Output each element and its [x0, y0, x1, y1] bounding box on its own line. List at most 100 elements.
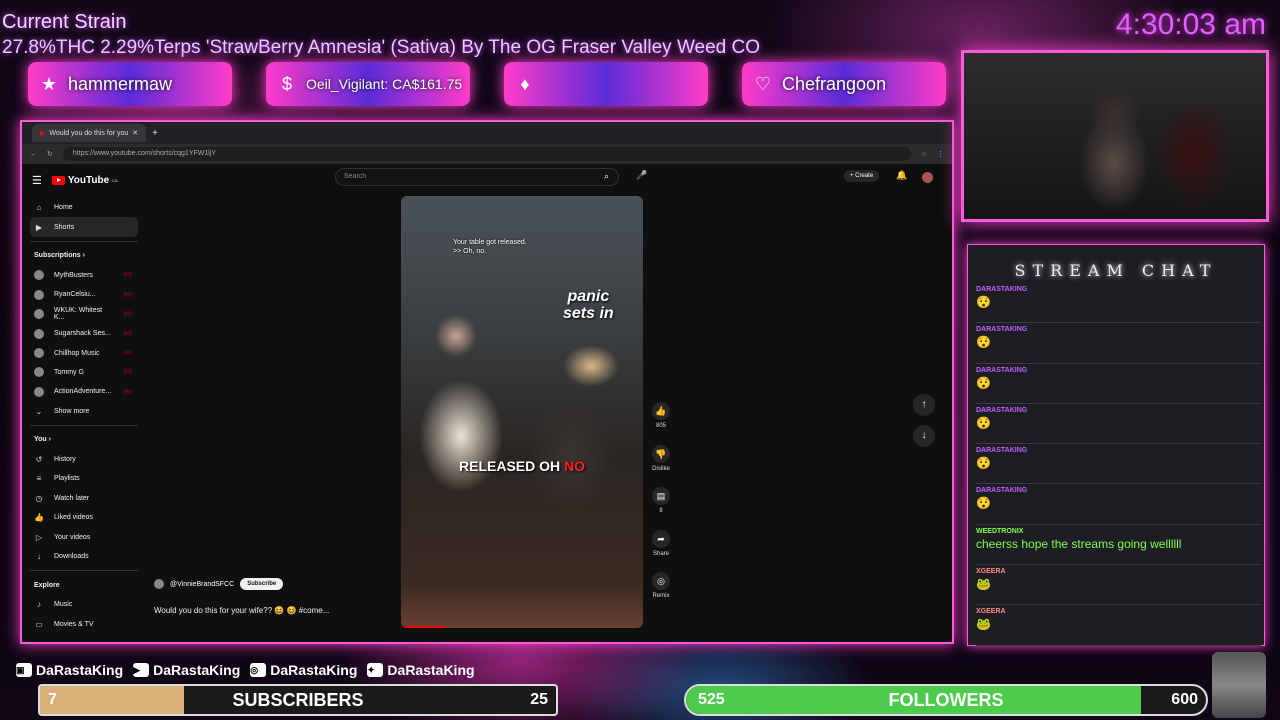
star-icon: ★ [40, 74, 58, 94]
sidebar-item-label: Music [54, 601, 73, 609]
channel-avatar[interactable] [154, 579, 164, 589]
next-short-button[interactable]: ↓ [913, 425, 935, 447]
reload-icon[interactable]: ↻ [47, 150, 53, 158]
alert-box: ♡ Chefrangoon [742, 62, 946, 106]
search-input[interactable]: Search [335, 168, 619, 186]
film-icon: ▭ [35, 619, 43, 629]
social-handle-text: DaRastaKing [270, 662, 358, 678]
sidebar-item[interactable]: ▭ Movies & TV [30, 615, 138, 634]
sidebar-item[interactable]: ◷ Watch later [30, 489, 138, 508]
live-icon: ((•)) [123, 291, 132, 298]
you-heading[interactable]: You › [30, 430, 138, 450]
sidebar-item[interactable]: ↺ History [30, 450, 138, 469]
youtube-icon: ▶ [133, 663, 150, 677]
sidebar-item[interactable]: ▷ Your videos [30, 527, 138, 546]
sidebar-item[interactable]: ▶ Shorts [30, 217, 138, 237]
channel-avatar [34, 386, 44, 397]
notifications-icon[interactable]: 🔔 [896, 170, 907, 181]
subscribers-label: SUBSCRIBERS [232, 689, 364, 710]
social-handle-text: DaRastaKing [387, 662, 475, 678]
subscribe-button[interactable]: Subscribe [240, 578, 284, 590]
bookmark-star-icon[interactable]: ☆ [921, 150, 927, 158]
back-icon[interactable]: ← [30, 151, 37, 158]
short-video[interactable]: Your table got released. >> Oh, no. pani… [401, 196, 643, 628]
video-caption-bottom: RELEASED OH NO [459, 458, 586, 474]
extensions-icon[interactable]: ⋮ [937, 150, 944, 158]
subscriptions-heading[interactable]: Subscriptions › [30, 246, 138, 266]
mic-icon[interactable]: 🎤 [636, 170, 647, 181]
chat-body: 😯 [976, 496, 991, 511]
sidebar-item-label: Shorts [54, 223, 75, 231]
new-tab-button[interactable]: + [152, 128, 158, 139]
sidebar-item[interactable]: 👍 Liked videos [30, 508, 138, 527]
subscription-label: MythBusters [54, 271, 93, 279]
social-handle: ✦ DaRastaKing [367, 662, 475, 678]
download-icon: ↓ [37, 552, 41, 562]
chat-body: 😯 [976, 456, 991, 471]
sidebar-item[interactable]: ≡ Playlists [30, 469, 138, 488]
social-handles: ▣ DaRastaKing ▶ DaRastaKing ◎ DaRastaKing ✦ DaR… [16, 662, 475, 678]
live-icon: ((•)) [123, 369, 132, 376]
subscription-item[interactable]: MythBusters ((•)) [30, 266, 138, 285]
menu-icon[interactable]: ☰ [32, 174, 42, 187]
channel-name[interactable]: @VinnieBrandSFCC [170, 581, 234, 588]
alert-box: ★ hammermaw [28, 62, 232, 106]
like-icon: 👍 [34, 513, 44, 523]
chat-body: 🐸 [976, 617, 991, 632]
channel-row: @VinnieBrandSFCC Subscribe [154, 578, 284, 590]
url-field[interactable]: https://www.youtube.com/shorts/cqg1YFW1l… [62, 147, 911, 161]
sidebar-item[interactable]: ↓ Downloads [30, 547, 138, 566]
chat-message: DARASTAKING 😯 [976, 444, 1261, 485]
sidebar-item-label: Watch later [54, 494, 90, 502]
search-icon[interactable]: ⌕ [604, 171, 609, 182]
diamond-icon: ♦ [520, 74, 530, 94]
chat-message: DARASTAKING 😯 [976, 484, 1261, 525]
chevron-down-icon: ⌄ [35, 406, 43, 416]
strain-title: Current Strain [2, 11, 127, 33]
sidebar-item[interactable]: ♪ Music [30, 595, 138, 614]
home-icon: ⌂ [36, 203, 42, 213]
chat-message: XGEERA 🐸 [976, 605, 1261, 646]
show-more-button[interactable]: ⌄ Show more [30, 402, 138, 421]
subscribers-goal-bar: 7 SUBSCRIBERS 25 [38, 684, 558, 716]
social-handle: ◎ DaRastaKing [250, 662, 357, 678]
subscription-item[interactable]: RyanCelsiu... ((•)) [30, 285, 138, 304]
video-icon: ▷ [35, 532, 43, 542]
sidebar-item[interactable]: ⌂ Home [30, 198, 138, 217]
subscription-item[interactable]: Sugarshack Ses... ((•)) [30, 324, 138, 343]
channel-avatar [34, 348, 44, 359]
subscription-item[interactable]: ActionAdventure... ((•)) [30, 382, 138, 401]
browser-tab[interactable]: ▶ Would you do this for you ✕ [32, 124, 147, 142]
chat-message: XGEERA 🐸 [976, 565, 1261, 606]
chat-username: DARASTAKING [976, 406, 1028, 414]
comment-button[interactable]: ▤ 8 [648, 487, 674, 530]
subscription-item[interactable]: WKUK: Whitest K... ((•)) [30, 305, 138, 324]
share-button[interactable]: ➦ Share [648, 529, 674, 573]
previous-short-button[interactable]: ↑ [913, 394, 935, 416]
remix-button[interactable]: ◎ Remix [648, 572, 674, 615]
alert-text: Oeil_Vigilant: CA$161.75 [306, 76, 463, 92]
thumbs-down-button[interactable]: 👎 Dislike [648, 444, 674, 488]
subscription-item[interactable]: Tommy G ((•)) [30, 363, 138, 382]
video-title[interactable]: Would you do this for your wife?? 😆 😆 #c… [154, 606, 329, 615]
followers-goal: 600 [1171, 691, 1198, 708]
avatar[interactable] [922, 172, 933, 183]
short-navigation: ↑ ↓ [913, 394, 935, 456]
youtube-tab-icon: ▶ [40, 130, 46, 137]
subscription-item[interactable]: Chillhop Music ((•)) [30, 343, 138, 362]
sidebar-item-label: Movies & TV [54, 620, 94, 628]
youtube-logo[interactable]: YouTube CA [51, 175, 118, 186]
action-label: Dislike [652, 465, 670, 472]
chat-message: DARASTAKING 😯 [976, 404, 1261, 445]
subscription-label: Sugarshack Ses... [54, 330, 111, 338]
chat-username: DARASTAKING [976, 326, 1028, 334]
close-tab-icon[interactable]: ✕ [132, 129, 138, 137]
live-icon: ((•)) [123, 330, 132, 337]
create-button[interactable]: + Create [844, 170, 880, 182]
thumbs-up-button[interactable]: 👍 805 [648, 402, 674, 445]
youtube-play-icon [51, 175, 65, 185]
chat-body: 😯 [976, 295, 991, 309]
thumbs-down-icon: 👎 [652, 444, 670, 463]
video-progress[interactable] [401, 626, 445, 628]
video-caption-panic: panic sets in [563, 288, 614, 322]
